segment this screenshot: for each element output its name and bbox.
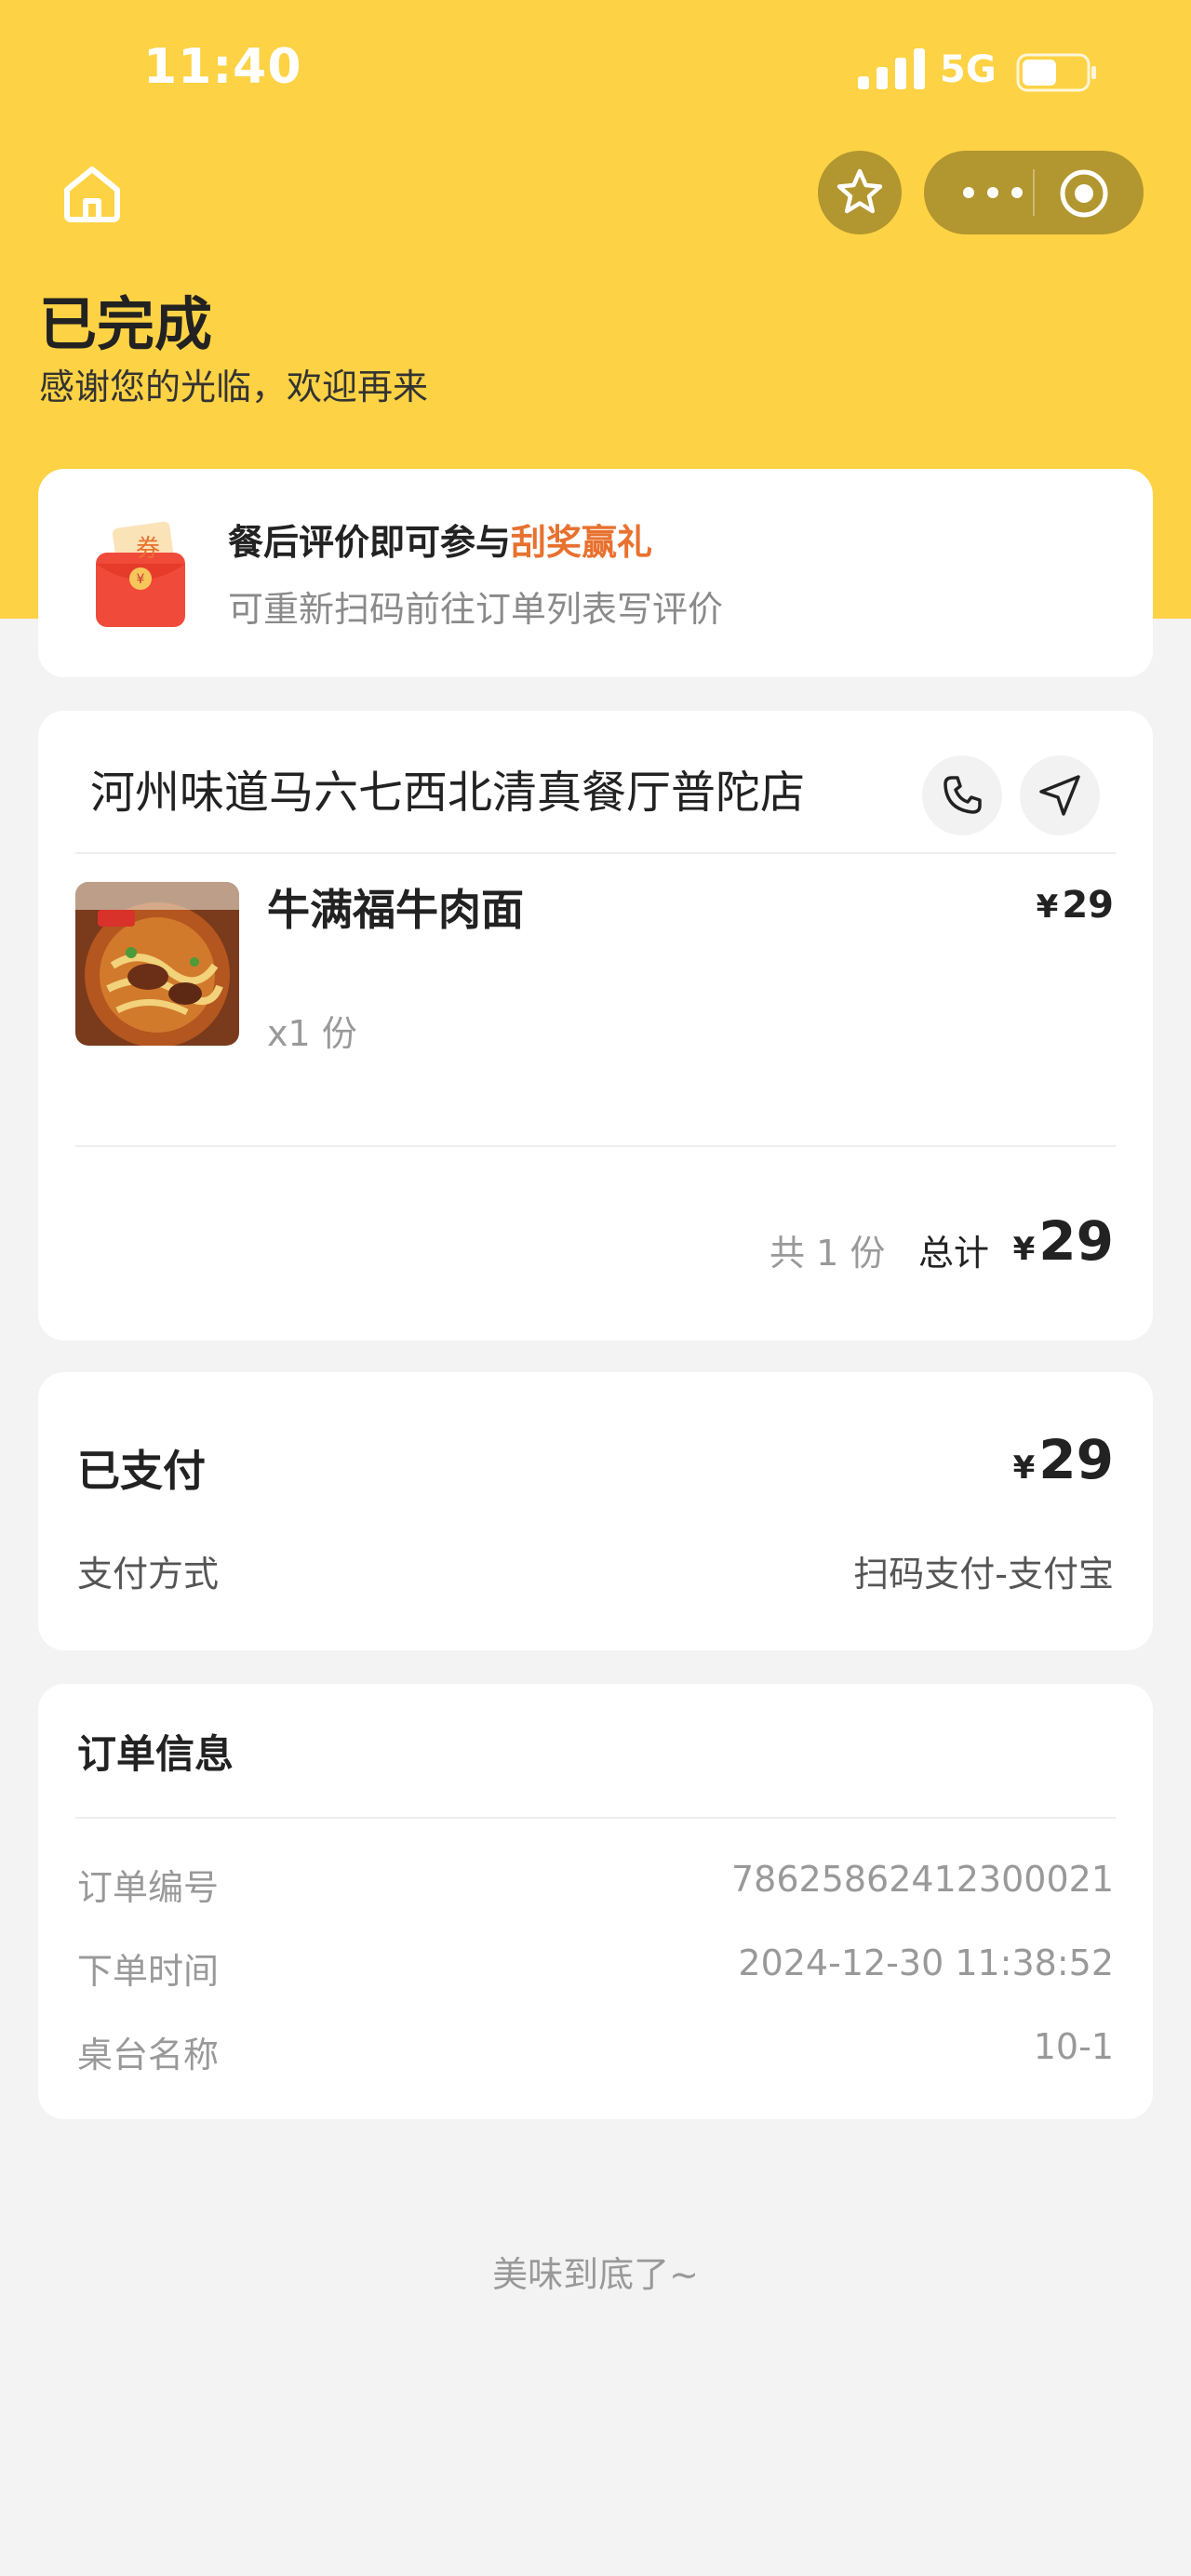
red-envelope-icon: ¥ 券: [96, 521, 185, 627]
svg-text:¥: ¥: [137, 572, 145, 587]
order-number-row: 订单编号 78625862412300021: [77, 1859, 1114, 1908]
status-time: 11:40: [143, 39, 302, 95]
order-number-value: 78625862412300021: [730, 1859, 1114, 1900]
mini-program-capsule: [924, 151, 1144, 234]
navigate-button[interactable]: [1020, 755, 1100, 835]
promo-highlight: 刮奖赢礼: [511, 522, 653, 563]
item-price: ¥29: [1036, 884, 1114, 927]
favorite-button[interactable]: [818, 151, 902, 234]
phone-icon: [943, 776, 982, 814]
order-time-label: 下单时间: [77, 1951, 220, 1992]
page-title: 已完成: [39, 290, 213, 358]
review-promo-card[interactable]: ¥ 券 餐后评价即可参与刮奖赢礼 可重新扫码前往订单列表写评价: [38, 469, 1153, 677]
order-card: 河州味道马六七西北清真餐厅普陀店 牛满福牛肉面 ¥29 x1 份 共 1 份 总…: [38, 711, 1153, 1341]
divider: [75, 1145, 1116, 1147]
divider: [75, 852, 1116, 854]
order-total: ¥29: [1012, 1209, 1114, 1273]
payment-card: 已支付 ¥29 支付方式 扫码支付-支付宝: [38, 1372, 1153, 1650]
end-of-page-note: 美味到底了~: [492, 2254, 699, 2295]
target-icon[interactable]: [1058, 167, 1110, 220]
order-time-value: 2024-12-30 11:38:52: [738, 1942, 1114, 1983]
item-count: 共 1 份: [769, 1233, 886, 1274]
navigation-arrow-icon: [1039, 775, 1080, 816]
table-name-label: 桌台名称: [77, 2035, 220, 2075]
network-type: 5G: [940, 48, 997, 91]
order-info-title: 订单信息: [77, 1731, 234, 1777]
promo-subtitle: 可重新扫码前往订单列表写评价: [228, 589, 724, 630]
more-icon[interactable]: [957, 176, 1028, 209]
total-label: 总计: [918, 1233, 990, 1274]
promo-title: 餐后评价即可参与刮奖赢礼: [228, 522, 653, 563]
call-shop-button[interactable]: [922, 755, 1002, 835]
signal-icon: [858, 48, 925, 89]
home-button[interactable]: [58, 158, 127, 227]
payment-method-label: 支付方式: [77, 1554, 220, 1595]
item-quantity: x1 份: [267, 1013, 357, 1054]
coupon-label: 券: [136, 535, 160, 563]
home-icon: [64, 167, 120, 222]
payment-method-value: 扫码支付-支付宝: [853, 1554, 1114, 1595]
payment-status: 已支付: [77, 1446, 206, 1496]
page-subtitle: 感谢您的光临，欢迎再来: [39, 367, 429, 407]
battery-icon: [1016, 53, 1096, 92]
order-time-row: 下单时间 2024-12-30 11:38:52: [77, 1942, 1114, 1992]
item-name: 牛满福牛肉面: [267, 885, 524, 935]
divider: [75, 1817, 1116, 1819]
capsule-divider: [1033, 169, 1035, 216]
shop-name[interactable]: 河州味道马六七西北清真餐厅普陀店: [90, 755, 805, 821]
table-name-value: 10-1: [1033, 2026, 1114, 2067]
order-info-card: 订单信息 订单编号 78625862412300021 下单时间 2024-12…: [38, 1684, 1153, 2119]
order-number-label: 订单编号: [77, 1867, 220, 1908]
star-icon: [836, 168, 883, 214]
table-name-row: 桌台名称 10-1: [77, 2026, 1114, 2075]
food-image: [75, 882, 239, 1046]
paid-amount: ¥29: [1012, 1428, 1114, 1491]
